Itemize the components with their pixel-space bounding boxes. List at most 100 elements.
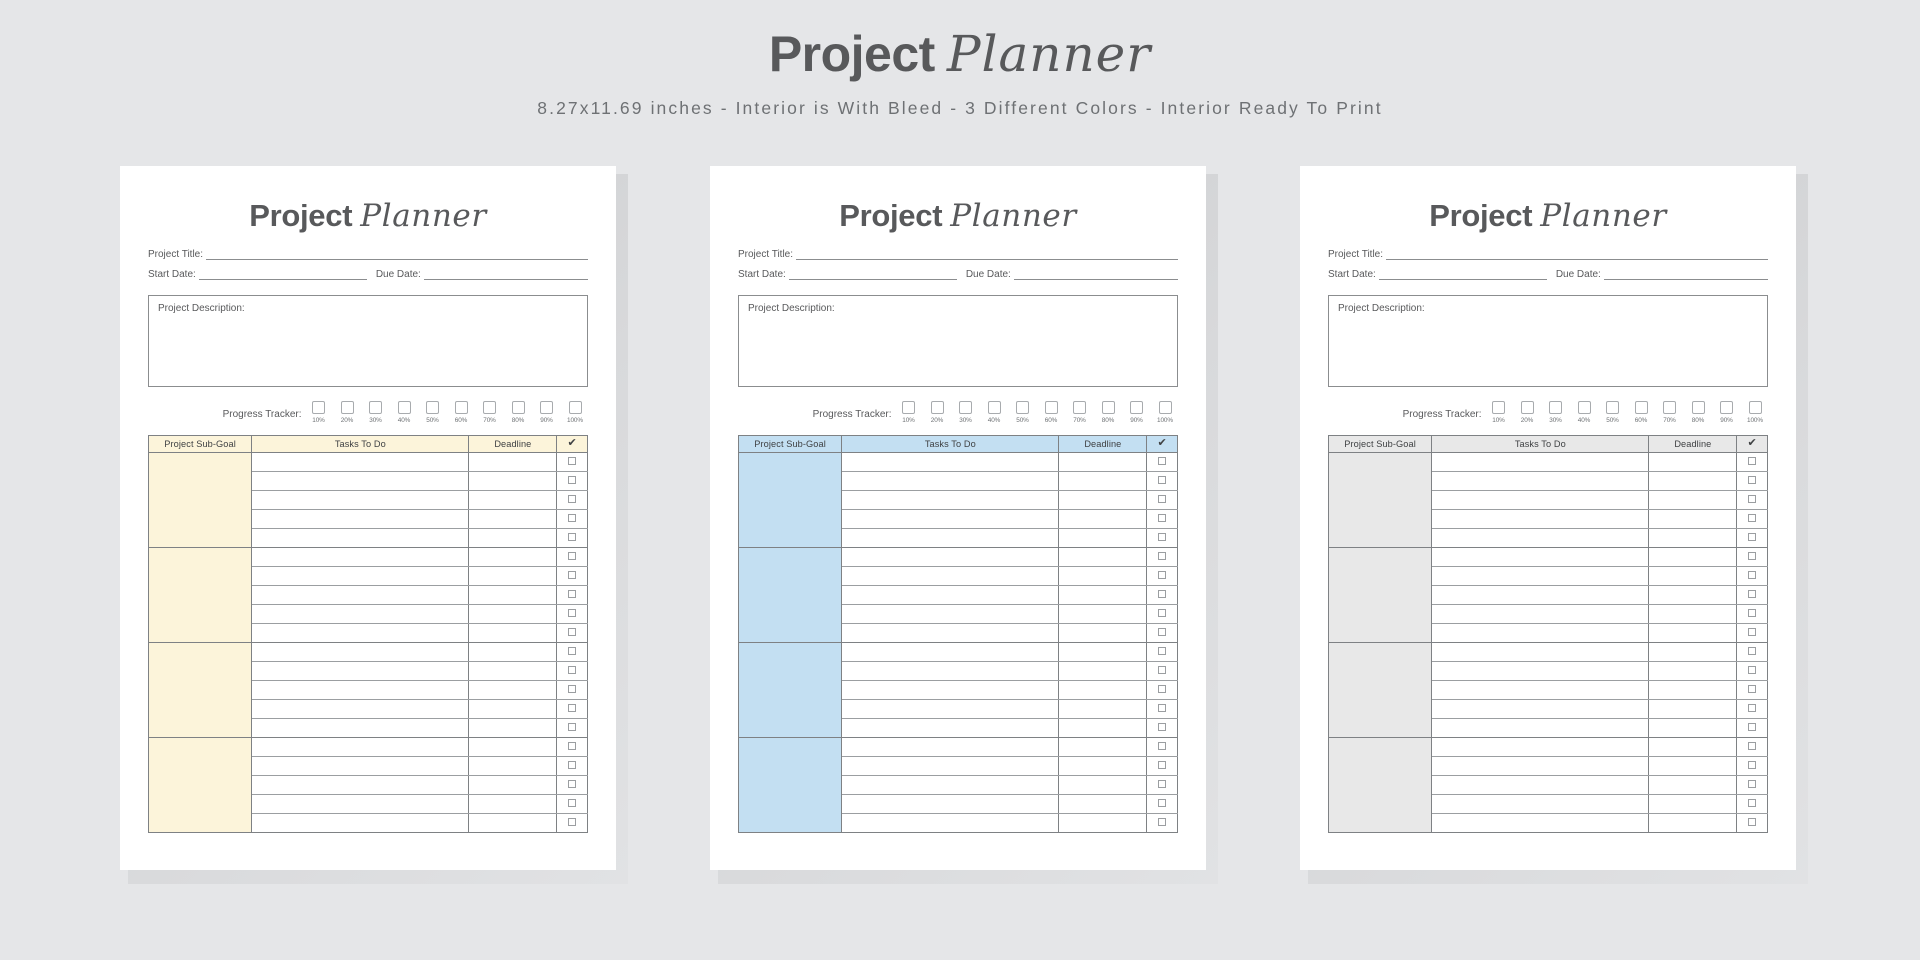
row-checkbox-cell[interactable]: [1736, 528, 1768, 548]
row-checkbox-cell[interactable]: [1736, 813, 1768, 833]
row-checkbox[interactable]: [1748, 552, 1757, 561]
deadline-cell[interactable]: [1058, 661, 1148, 681]
row-checkbox-cell[interactable]: [556, 509, 588, 529]
row-checkbox[interactable]: [568, 647, 577, 656]
progress-step-60[interactable]: 60%: [450, 400, 472, 424]
deadline-cell[interactable]: [1648, 547, 1738, 567]
progress-step-10[interactable]: 10%: [308, 400, 330, 424]
progress-step-50[interactable]: 50%: [422, 400, 444, 424]
task-cell[interactable]: [1431, 528, 1650, 548]
progress-checkbox[interactable]: [1073, 400, 1086, 414]
progress-step-40[interactable]: 40%: [983, 400, 1005, 424]
row-checkbox[interactable]: [1748, 495, 1757, 504]
task-cell[interactable]: [1431, 756, 1650, 776]
deadline-cell[interactable]: [1058, 813, 1148, 833]
task-cell[interactable]: [1431, 699, 1650, 719]
sub-goal-cell[interactable]: [147, 451, 253, 548]
row-checkbox[interactable]: [1158, 476, 1167, 485]
task-cell[interactable]: [1431, 566, 1650, 586]
progress-step-80[interactable]: 80%: [507, 400, 529, 424]
row-checkbox-cell[interactable]: [1736, 680, 1768, 700]
row-checkbox[interactable]: [1748, 590, 1757, 599]
progress-step-100[interactable]: 100%: [1154, 400, 1176, 424]
sub-goal-cell[interactable]: [1327, 451, 1433, 548]
task-cell[interactable]: [841, 642, 1060, 662]
deadline-cell[interactable]: [468, 794, 558, 814]
project-title-input[interactable]: [796, 249, 1178, 260]
row-checkbox[interactable]: [568, 761, 577, 770]
task-cell[interactable]: [841, 718, 1060, 738]
row-checkbox[interactable]: [1748, 666, 1757, 675]
table-row[interactable]: [147, 641, 588, 738]
progress-checkbox[interactable]: [397, 400, 411, 414]
deadline-cell[interactable]: [1648, 509, 1738, 529]
progress-checkbox[interactable]: [483, 400, 496, 414]
row-checkbox-cell[interactable]: [1736, 699, 1768, 719]
row-checkbox-cell[interactable]: [556, 585, 588, 605]
task-cell[interactable]: [251, 756, 470, 776]
task-cell[interactable]: [841, 775, 1060, 795]
row-checkbox[interactable]: [1748, 685, 1757, 694]
progress-step-60[interactable]: 60%: [1040, 400, 1062, 424]
due-date-input[interactable]: [1603, 269, 1768, 280]
deadline-cell[interactable]: [1058, 642, 1148, 662]
row-checkbox[interactable]: [1158, 704, 1167, 713]
task-cell[interactable]: [251, 604, 470, 624]
row-checkbox-cell[interactable]: [1146, 623, 1178, 643]
task-cell[interactable]: [251, 547, 470, 567]
row-checkbox[interactable]: [1158, 457, 1167, 466]
row-checkbox-cell[interactable]: [1736, 471, 1768, 491]
row-checkbox[interactable]: [1158, 590, 1167, 599]
deadline-cell[interactable]: [1648, 794, 1738, 814]
row-checkbox[interactable]: [1748, 514, 1757, 523]
row-checkbox-cell[interactable]: [1146, 585, 1178, 605]
progress-step-90[interactable]: 90%: [536, 400, 558, 424]
row-checkbox[interactable]: [1748, 476, 1757, 485]
deadline-cell[interactable]: [468, 566, 558, 586]
row-checkbox[interactable]: [1158, 761, 1167, 770]
row-checkbox[interactable]: [568, 628, 577, 637]
row-checkbox-cell[interactable]: [556, 528, 588, 548]
task-cell[interactable]: [841, 756, 1060, 776]
progress-checkbox[interactable]: [511, 400, 525, 414]
progress-step-30[interactable]: 30%: [1545, 400, 1567, 424]
deadline-cell[interactable]: [468, 661, 558, 681]
row-checkbox[interactable]: [1158, 609, 1167, 618]
row-checkbox[interactable]: [568, 514, 577, 523]
project-description-box[interactable]: Project Description:: [738, 294, 1178, 387]
task-cell[interactable]: [1431, 680, 1650, 700]
deadline-cell[interactable]: [468, 452, 558, 472]
progress-checkbox[interactable]: [1634, 400, 1648, 414]
deadline-cell[interactable]: [468, 699, 558, 719]
deadline-cell[interactable]: [1058, 452, 1148, 472]
task-cell[interactable]: [1431, 604, 1650, 624]
start-date-input[interactable]: [1378, 269, 1547, 280]
sub-goal-cell[interactable]: [147, 546, 253, 643]
progress-step-70[interactable]: 70%: [1069, 400, 1091, 424]
row-checkbox-cell[interactable]: [1736, 566, 1768, 586]
row-checkbox[interactable]: [1158, 685, 1167, 694]
task-cell[interactable]: [251, 718, 470, 738]
row-checkbox-cell[interactable]: [1146, 490, 1178, 510]
task-cell[interactable]: [841, 585, 1060, 605]
deadline-cell[interactable]: [1058, 737, 1148, 757]
task-cell[interactable]: [251, 585, 470, 605]
row-checkbox[interactable]: [1748, 780, 1757, 789]
row-checkbox-cell[interactable]: [556, 718, 588, 738]
progress-checkbox[interactable]: [1158, 400, 1172, 414]
row-checkbox[interactable]: [1158, 666, 1167, 675]
row-checkbox[interactable]: [568, 723, 577, 732]
progress-step-30[interactable]: 30%: [365, 400, 387, 424]
task-cell[interactable]: [251, 566, 470, 586]
deadline-cell[interactable]: [468, 623, 558, 643]
table-row[interactable]: [147, 451, 588, 548]
progress-step-40[interactable]: 40%: [393, 400, 415, 424]
deadline-cell[interactable]: [468, 813, 558, 833]
row-checkbox-cell[interactable]: [556, 566, 588, 586]
deadline-cell[interactable]: [468, 604, 558, 624]
deadline-cell[interactable]: [1648, 813, 1738, 833]
deadline-cell[interactable]: [1058, 547, 1148, 567]
row-checkbox[interactable]: [568, 590, 577, 599]
row-checkbox-cell[interactable]: [1146, 452, 1178, 472]
task-cell[interactable]: [841, 623, 1060, 643]
